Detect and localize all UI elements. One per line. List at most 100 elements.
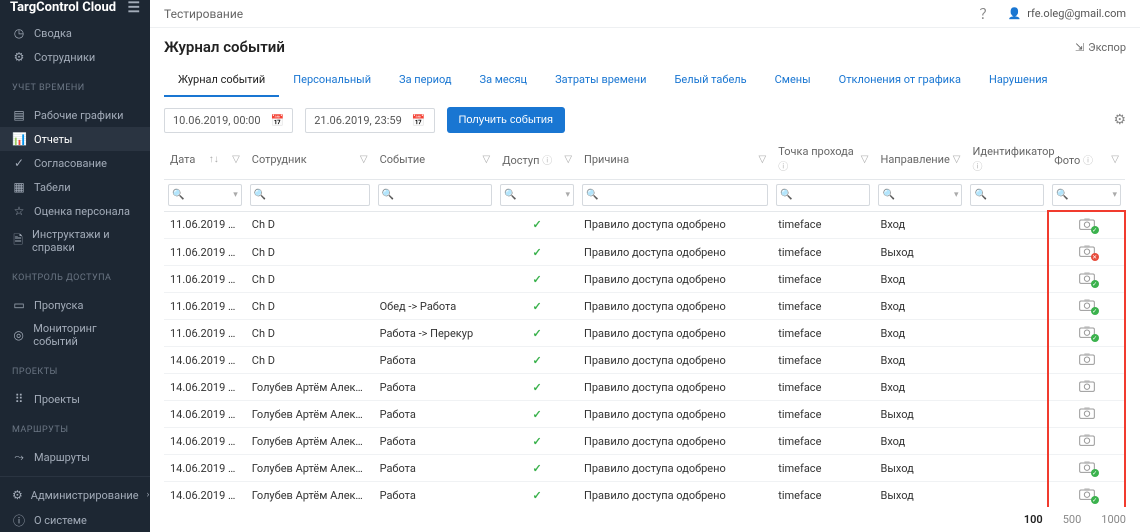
cell-photo — [1048, 347, 1125, 374]
camera-icon[interactable]: ✓ — [1078, 325, 1096, 339]
tabs: Журнал событийПерсональныйЗа периодЗа ме… — [164, 64, 1126, 97]
page-size-option[interactable]: 1000 — [1101, 513, 1126, 526]
table-row[interactable]: 11.06.2019 09:11:22Ch D✓Правило доступа … — [164, 211, 1125, 239]
nav-item[interactable]: ⠿Проекты — [0, 387, 150, 411]
filter-icon[interactable]: ▽ — [483, 154, 491, 165]
cell-identifier — [966, 482, 1048, 508]
nav-item[interactable]: ⚙Администрирование› — [0, 483, 150, 507]
filter-icon[interactable]: ▽ — [232, 154, 240, 165]
page-size-option[interactable]: 500 — [1063, 513, 1082, 526]
chevron-down-icon[interactable]: ▾ — [1112, 190, 1117, 200]
tab[interactable]: Белый табель — [660, 64, 760, 97]
nav-label: Отчеты — [34, 133, 72, 146]
nav-item[interactable]: ▦Табели — [0, 175, 150, 199]
tab[interactable]: Персональный — [279, 64, 385, 97]
tab[interactable]: За месяц — [466, 64, 542, 97]
camera-icon[interactable] — [1078, 406, 1096, 420]
nav-item[interactable]: 🗎Инструктажи и справки — [0, 223, 150, 259]
table-row[interactable]: 14.06.2019 17:23:51Голубев Артём Алексан… — [164, 401, 1125, 428]
table-row[interactable]: 11.06.2019 09:20:36Ch D✓Правило доступа … — [164, 239, 1125, 266]
nav-item[interactable]: ⚙Сотрудники — [0, 45, 150, 69]
nav-item[interactable]: ◷Сводка — [0, 21, 150, 45]
nav-item[interactable]: ☆Оценка персонала — [0, 199, 150, 223]
cell-reason: Правило доступа одобрено — [578, 482, 772, 508]
table-row[interactable]: 14.06.2019 17:23:23Голубев Артём Алексан… — [164, 374, 1125, 401]
cell-employee: Голубев Артём Александрович — [246, 428, 374, 455]
table-row[interactable]: 11.06.2019 13:54:49Ch DРабота -> Перекур… — [164, 320, 1125, 347]
filter-icon[interactable]: ▽ — [953, 154, 961, 165]
sidebar: TargControl Cloud ☰ ◷Сводка⚙Сотрудники У… — [0, 0, 150, 532]
nav-item[interactable]: 📊Отчеты — [0, 127, 150, 151]
page-size-option[interactable]: 100 — [1024, 513, 1043, 526]
chevron-down-icon[interactable]: ▾ — [565, 190, 570, 200]
chevron-down-icon[interactable]: ▾ — [954, 190, 959, 200]
tab[interactable]: Затраты времени — [541, 64, 660, 97]
camera-icon[interactable]: ✓ — [1078, 460, 1096, 474]
user-menu[interactable]: 👤 rfe.oleg@gmail.com — [1007, 7, 1126, 20]
table-row[interactable]: 14.06.2019 17:24:47Голубев Артём Алексан… — [164, 428, 1125, 455]
fetch-events-button[interactable]: Получить события — [447, 107, 566, 133]
col-employee: Сотрудник — [252, 153, 307, 166]
user-email: rfe.oleg@gmail.com — [1027, 7, 1126, 20]
table-row[interactable]: 14.06.2019 17:27:26Голубев Артём Алексан… — [164, 455, 1125, 482]
cell-reason: Правило доступа одобрено — [578, 455, 772, 482]
camera-icon[interactable]: ✓ — [1078, 487, 1096, 501]
main: Тестирование ？ 👤 rfe.oleg@gmail.com Журн… — [150, 0, 1140, 532]
settings-gear-icon[interactable]: ⚙ — [1113, 112, 1126, 128]
date-to-input[interactable]: 21.06.2019, 23:59 📅 — [305, 108, 434, 133]
cell-access: ✓ — [496, 239, 578, 266]
nav-item[interactable]: ⤳Маршруты — [0, 445, 150, 470]
search-icon: 🔍 — [1056, 190, 1068, 201]
tab[interactable]: За период — [385, 64, 465, 97]
help-icon[interactable]: ⓘ — [1083, 156, 1093, 167]
cell-access: ✓ — [496, 347, 578, 374]
breadcrumb: Тестирование — [164, 7, 243, 21]
table-row[interactable]: 14.06.2019 17:19:33Ch DРабота✓Правило до… — [164, 347, 1125, 374]
hamburger-icon[interactable]: ☰ — [127, 1, 140, 15]
filter-reason-input[interactable] — [582, 184, 768, 206]
sort-icon[interactable]: ↑↓ — [209, 154, 219, 165]
cell-point: timeface — [772, 455, 874, 482]
chevron-down-icon[interactable]: ▾ — [233, 190, 238, 200]
camera-icon[interactable] — [1078, 379, 1096, 393]
help-icon[interactable]: ？ — [979, 4, 993, 24]
cell-reason: Правило доступа одобрено — [578, 374, 772, 401]
camera-icon[interactable] — [1078, 433, 1096, 447]
filter-icon[interactable]: ▽ — [759, 154, 767, 165]
help-icon[interactable]: ⓘ — [778, 162, 788, 173]
nav-item[interactable]: ▭Пропуска — [0, 293, 150, 317]
camera-icon[interactable]: ✓ — [1078, 271, 1096, 285]
nav-item[interactable]: ▤Рабочие графики — [0, 103, 150, 127]
camera-icon[interactable] — [1078, 352, 1096, 366]
nav-item[interactable]: ◎Мониторинг событий — [0, 317, 150, 353]
tab[interactable]: Отклонения от графика — [825, 64, 975, 97]
col-event: Событие — [380, 153, 426, 166]
help-icon[interactable]: ⓘ — [972, 162, 982, 173]
camera-icon[interactable]: ✓ — [1078, 217, 1096, 231]
nav-item[interactable]: ✓Согласование — [0, 151, 150, 175]
camera-icon[interactable]: ✓ — [1078, 298, 1096, 312]
tab[interactable]: Нарушения — [975, 64, 1062, 97]
brand-bar: TargControl Cloud ☰ — [0, 0, 150, 15]
nav-label: Маршруты — [34, 451, 90, 464]
filter-event-input[interactable] — [378, 184, 493, 206]
camera-icon[interactable]: ✕ — [1078, 244, 1096, 258]
filter-icon[interactable]: ▽ — [861, 154, 869, 165]
filter-icon[interactable]: ▽ — [1111, 154, 1119, 165]
help-icon[interactable]: ⓘ — [542, 156, 552, 167]
table-row[interactable]: 14.06.2019 17:29:21Голубев Артём Алексан… — [164, 482, 1125, 508]
filter-employee-input[interactable] — [250, 184, 370, 206]
table-row[interactable]: 11.06.2019 13:53:55Ch DОбед -> Работа✓Пр… — [164, 293, 1125, 320]
nav-icon: ✓ — [12, 156, 26, 170]
filter-icon[interactable]: ▽ — [564, 154, 572, 165]
nav-heading-time: УЧЕТ ВРЕМЕНИ — [0, 75, 150, 97]
nav-item[interactable]: ⓘО системе — [0, 507, 150, 532]
filter-icon[interactable]: ▽ — [360, 154, 368, 165]
export-button[interactable]: ⇲ Экспор — [1075, 41, 1126, 54]
cell-employee: Голубев Артём Александрович — [246, 455, 374, 482]
nav-label: Мониторинг событий — [33, 322, 138, 348]
date-from-input[interactable]: 10.06.2019, 00:00 📅 — [164, 108, 293, 133]
tab[interactable]: Смены — [761, 64, 825, 97]
table-row[interactable]: 11.06.2019 09:20:54Ch D✓Правило доступа … — [164, 266, 1125, 293]
tab[interactable]: Журнал событий — [164, 64, 279, 97]
